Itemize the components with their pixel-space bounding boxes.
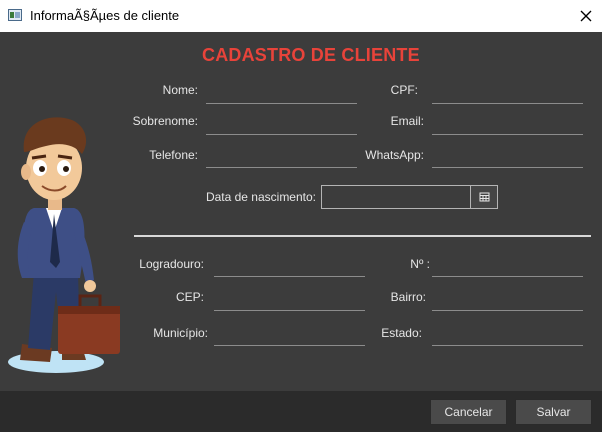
main-panel: CADASTRO DE CLIENTE Nome: CPF: Sobrenome… <box>0 32 602 391</box>
telefone-label: Telefone: <box>149 148 198 162</box>
telefone-field[interactable] <box>206 167 357 168</box>
bairro-label: Bairro: <box>390 290 426 304</box>
window-title: InformaÃ§Ãµes de cliente <box>30 8 180 23</box>
cancel-button[interactable]: Cancelar <box>430 399 507 425</box>
nascimento-date-input[interactable] <box>321 185 471 209</box>
cep-label: CEP: <box>175 290 204 304</box>
cpf-label: CPF: <box>390 83 418 97</box>
numero-label: Nº : <box>410 257 430 271</box>
calendar-icon <box>479 192 490 202</box>
municipio-label: Município: <box>153 326 208 340</box>
estado-field[interactable] <box>432 345 583 346</box>
sobrenome-label: Sobrenome: <box>132 114 198 128</box>
character-illustration <box>8 117 120 373</box>
email-label: Email: <box>390 114 424 128</box>
logradouro-field[interactable] <box>214 276 365 277</box>
nome-field[interactable] <box>206 103 357 104</box>
close-button[interactable] <box>572 2 600 30</box>
whatsapp-field[interactable] <box>432 167 583 168</box>
footer-bar: Cancelar Salvar <box>0 391 602 432</box>
cep-field[interactable] <box>214 310 365 311</box>
close-icon <box>580 10 592 22</box>
bairro-field[interactable] <box>432 310 583 311</box>
numero-field[interactable] <box>432 276 583 277</box>
nascimento-label: Data de nascimento: <box>205 190 316 204</box>
nome-label: Nome: <box>162 83 198 97</box>
cpf-field[interactable] <box>432 103 583 104</box>
municipio-field[interactable] <box>214 345 365 346</box>
date-picker-button[interactable] <box>470 185 498 209</box>
app-window-icon <box>8 9 22 21</box>
title-bar: InformaÃ§Ãµes de cliente <box>0 0 602 32</box>
logradouro-label: Logradouro: <box>139 257 204 271</box>
email-field[interactable] <box>432 134 583 135</box>
estado-label: Estado: <box>381 326 422 340</box>
section-separator <box>134 235 591 237</box>
save-button[interactable]: Salvar <box>515 399 592 425</box>
form-heading: CADASTRO DE CLIENTE <box>202 45 420 65</box>
sobrenome-field[interactable] <box>206 134 357 135</box>
whatsapp-label: WhatsApp: <box>365 148 424 162</box>
